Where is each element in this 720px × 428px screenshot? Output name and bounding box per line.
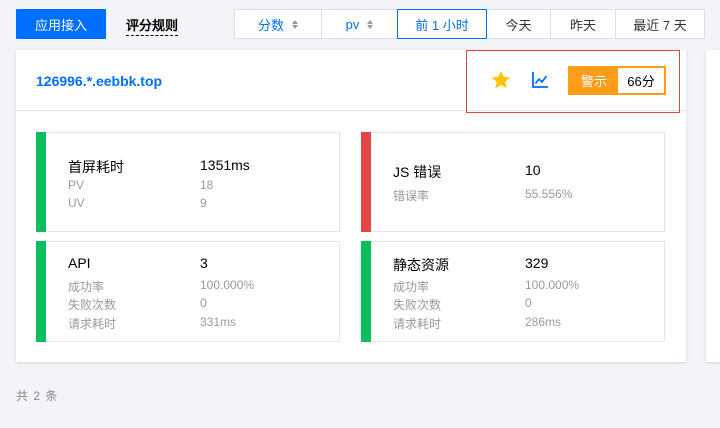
toolbar: 应用接入 评分规则 分数 pv 前 1 小时 今天 昨天 最近 7 天 <box>0 0 720 48</box>
metric-row-label: 成功率 <box>393 280 430 294</box>
total-count: 共 2 条 <box>16 389 59 403</box>
line-chart-icon[interactable] <box>531 71 549 89</box>
scoring-rules-link[interactable]: 评分规则 <box>126 15 179 36</box>
metric-title: 首屏耗时 <box>68 159 124 175</box>
metric-row-value: 0 <box>200 296 207 310</box>
metric-row-value: 331ms <box>200 315 237 329</box>
metric-js-error: JS 错误 10 错误率 55.556% <box>361 132 665 232</box>
status-bar <box>36 132 46 232</box>
metric-title: JS 错误 <box>393 164 442 180</box>
card-actions: 警示 66分 <box>466 50 680 113</box>
metric-row-value: 0 <box>525 296 532 310</box>
site-name-link[interactable]: 126996.*.eebbk.top <box>36 73 162 89</box>
metric-title-row: 静态资源 329 <box>393 255 548 275</box>
status-bar <box>36 241 46 342</box>
metric-value: 329 <box>525 255 549 271</box>
metric-row-value: 18 <box>200 178 214 192</box>
range-yesterday-button[interactable]: 昨天 <box>550 9 616 39</box>
metric-row-label: PV <box>68 178 85 192</box>
sort-pv-label: pv <box>345 16 360 32</box>
filter-group: 分数 pv 前 1 小时 今天 昨天 最近 7 天 <box>234 9 705 39</box>
metric-value: 10 <box>525 162 541 178</box>
metric-row-value: 9 <box>200 196 207 210</box>
sort-score-label: 分数 <box>257 17 284 33</box>
sort-icon <box>367 19 374 29</box>
next-site-card <box>706 50 720 362</box>
metric-row-label: 失败次数 <box>68 298 117 312</box>
metric-row-value: 100.000% <box>525 278 580 292</box>
sort-icon <box>292 19 298 29</box>
metric-value: 1351ms <box>200 157 250 173</box>
range-last-hour-button[interactable]: 前 1 小时 <box>397 9 487 39</box>
metric-value: 3 <box>200 255 208 271</box>
metric-row-value: 100.000% <box>200 278 255 292</box>
app-connect-button[interactable]: 应用接入 <box>16 9 106 39</box>
card-header: 126996.*.eebbk.top 警示 66分 <box>16 50 686 113</box>
metric-title: 静态资源 <box>393 257 449 273</box>
metric-row-label: 错误率 <box>393 189 430 203</box>
site-card: 126996.*.eebbk.top 警示 66分 首屏耗时 1351ms PV… <box>16 50 686 362</box>
metric-row-value: 55.556% <box>525 187 573 201</box>
sort-by-pv-button[interactable]: pv <box>321 9 398 39</box>
metric-row: 请求耗时 286ms <box>393 315 561 332</box>
metric-row: 失败次数 0 <box>393 296 532 313</box>
metric-row: 成功率 100.000% <box>393 278 579 295</box>
metric-row: 请求耗时 331ms <box>68 315 236 332</box>
score-value: 66分 <box>618 68 664 93</box>
metric-row: 错误率 55.556% <box>393 187 572 204</box>
metric-row: 成功率 100.000% <box>68 278 254 295</box>
metric-title: API <box>68 255 91 271</box>
star-icon[interactable] <box>490 69 512 91</box>
metric-api: API 3 成功率 100.000% 失败次数 0 请求耗时 331ms <box>36 241 340 342</box>
metric-row-label: UV <box>68 196 85 210</box>
range-last-7-days-button[interactable]: 最近 7 天 <box>615 9 705 39</box>
status-bar <box>361 132 371 232</box>
metric-title-row: JS 错误 10 <box>393 162 541 182</box>
range-today-button[interactable]: 今天 <box>486 9 551 39</box>
metric-row-value: 286ms <box>525 315 562 329</box>
metric-row-label: 请求耗时 <box>393 317 442 331</box>
status-bar <box>361 241 371 342</box>
metric-row: 失败次数 0 <box>68 296 207 313</box>
metric-row-label: 成功率 <box>68 280 105 294</box>
metric-row: PV 18 <box>68 178 213 192</box>
sort-by-score-button[interactable]: 分数 <box>234 9 322 39</box>
metric-row-label: 请求耗时 <box>68 317 117 331</box>
metric-title-row: 首屏耗时 1351ms <box>68 157 250 177</box>
metric-title-row: API 3 <box>68 255 208 271</box>
metric-row-label: 失败次数 <box>393 298 442 312</box>
alert-score-tag[interactable]: 警示 66分 <box>568 66 666 95</box>
metric-static-resources: 静态资源 329 成功率 100.000% 失败次数 0 请求耗时 286ms <box>361 241 665 342</box>
metric-first-screen: 首屏耗时 1351ms PV 18 UV 9 <box>36 132 340 232</box>
metric-row: UV 9 <box>68 196 207 210</box>
alert-label: 警示 <box>570 68 618 93</box>
